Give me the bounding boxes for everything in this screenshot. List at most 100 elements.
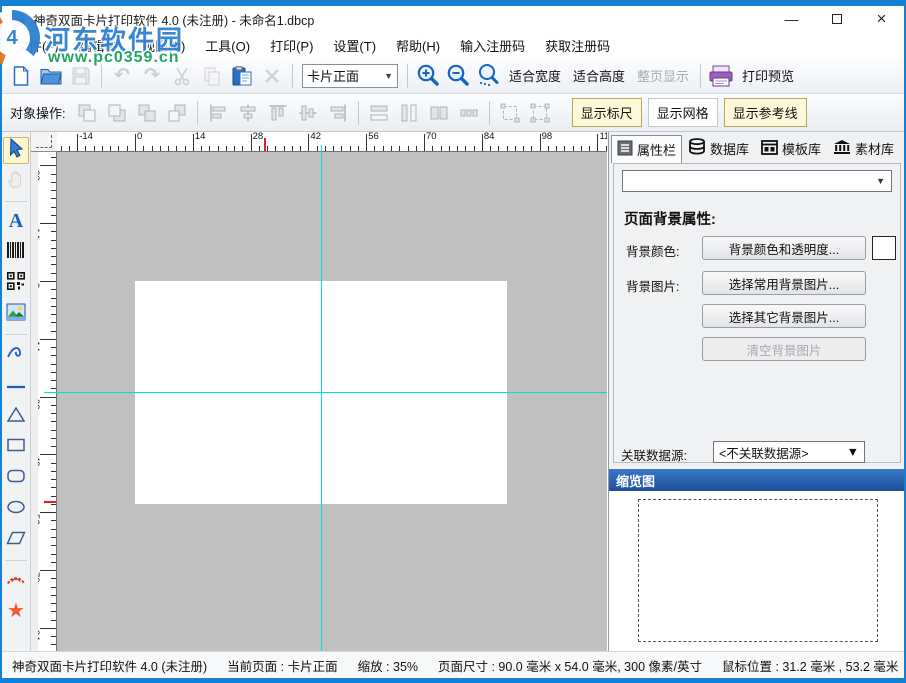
menu-item-tools[interactable]: 工具(O) xyxy=(195,32,260,59)
same-width-button[interactable] xyxy=(365,99,393,127)
select-other-bg-image-button[interactable]: 选择其它背景图片... xyxy=(702,304,866,328)
ruler-tick xyxy=(465,146,467,151)
group-objects-button[interactable] xyxy=(496,99,524,127)
distribute-objects-button[interactable] xyxy=(455,99,483,127)
ruler-tick xyxy=(51,479,56,481)
menu-item-settings[interactable]: 设置(T) xyxy=(323,32,386,59)
ruler-tick xyxy=(51,594,56,596)
ruler-tick xyxy=(291,146,293,151)
menu-item-file[interactable]: 文件(F) xyxy=(6,32,69,59)
bg-color-label: 背景颜色: xyxy=(626,245,680,259)
ruler-tick xyxy=(225,146,227,151)
new-file-button[interactable] xyxy=(7,62,35,90)
ruler-tick xyxy=(40,338,56,340)
align-middle-vertical-button[interactable] xyxy=(294,99,322,127)
menu-item-edit[interactable]: 编辑(E) xyxy=(69,32,132,59)
same-size-button[interactable] xyxy=(425,99,453,127)
same-height-button[interactable] xyxy=(395,99,423,127)
close-button[interactable]: × xyxy=(859,6,904,32)
zoom-in-icon xyxy=(416,63,441,88)
ellipse-tool-button[interactable] xyxy=(3,496,29,523)
ruler-tick xyxy=(242,146,244,151)
menu-item-print[interactable]: 打印(P) xyxy=(260,32,323,59)
bring-to-front-button[interactable] xyxy=(73,99,101,127)
page-side-selector[interactable]: 卡片正面 ▼ xyxy=(302,63,398,88)
same-size-icon xyxy=(428,102,450,124)
zoom-area-button[interactable] xyxy=(474,62,502,90)
ruler-tick xyxy=(143,146,145,151)
ruler-tick xyxy=(415,146,417,151)
ruler-tick xyxy=(159,146,161,151)
bg-color-button[interactable]: 背景颜色和透明度... xyxy=(702,236,866,260)
fit-height-button[interactable]: 适合高度 xyxy=(567,62,631,89)
qrcode-tool-button[interactable] xyxy=(3,270,29,297)
send-backward-icon xyxy=(166,102,188,124)
menu-item-get-registration-code[interactable]: 获取注册码 xyxy=(535,32,620,59)
group-objects-icon xyxy=(499,102,521,124)
ruler-tick xyxy=(234,146,236,151)
curve-tool-button[interactable] xyxy=(3,341,29,368)
ruler-tick xyxy=(366,134,368,151)
select-tool-button[interactable] xyxy=(3,137,29,164)
horizontal-ruler[interactable]: -14 0 14 28 42 56 70 84 98 112 xyxy=(57,132,607,152)
print-preview-button[interactable] xyxy=(707,62,735,90)
ruler-label: 70 xyxy=(38,572,41,583)
tab-label: 数据库 xyxy=(710,141,750,157)
barcode-tool-button[interactable] xyxy=(3,239,29,266)
clear-bg-image-button: 清空背景图片 xyxy=(702,337,866,361)
vertical-ruler[interactable]: -28 -14 0 14 28 42 56 70 84 xyxy=(38,152,57,651)
parallelogram-tool-button[interactable] xyxy=(3,527,29,554)
menu-item-help[interactable]: 帮助(H) xyxy=(386,32,450,59)
horizontal-guide-line[interactable] xyxy=(44,392,607,394)
ruler-label: 84 xyxy=(38,629,41,641)
datasource-dropdown[interactable]: <不关联数据源> ▼ xyxy=(713,441,865,463)
ruler-tick xyxy=(217,146,219,151)
object-selector-dropdown[interactable]: ▼ xyxy=(622,170,892,192)
bg-color-swatch[interactable] xyxy=(872,236,896,260)
show-grid-toggle[interactable]: 显示网格 xyxy=(647,98,718,127)
fit-width-button[interactable]: 适合宽度 xyxy=(503,62,567,89)
tab-material-library[interactable]: 素材库 xyxy=(827,134,900,163)
rounded-rectangle-tool-button[interactable] xyxy=(3,465,29,492)
ruler-tick xyxy=(51,603,56,605)
align-top-button[interactable] xyxy=(264,99,292,127)
send-backward-button[interactable] xyxy=(163,99,191,127)
zoom-in-button[interactable] xyxy=(414,62,442,90)
ruler-tick xyxy=(51,470,56,472)
triangle-tool-button[interactable] xyxy=(3,403,29,430)
zoom-out-button[interactable] xyxy=(444,62,472,90)
rectangle-tool-button[interactable] xyxy=(3,434,29,461)
minimize-button[interactable]: — xyxy=(769,6,814,32)
maximize-button[interactable] xyxy=(814,6,859,32)
open-folder-button[interactable] xyxy=(37,62,65,90)
show-ruler-toggle[interactable]: 显示标尺 xyxy=(571,98,642,127)
tab-template-library[interactable]: 模板库 xyxy=(755,134,827,163)
paste-button[interactable] xyxy=(228,62,256,90)
menu-item-enter-registration-code[interactable]: 输入注册码 xyxy=(450,32,535,59)
text-tool-button[interactable]: A xyxy=(3,208,29,235)
align-left-button[interactable] xyxy=(204,99,232,127)
align-right-button[interactable] xyxy=(324,99,352,127)
ruler-tick xyxy=(51,272,56,274)
select-common-bg-image-button[interactable]: 选择常用背景图片... xyxy=(702,271,866,295)
tab-properties[interactable]: 属性栏 xyxy=(611,135,683,163)
ruler-tick xyxy=(51,371,56,373)
align-left-icon xyxy=(207,102,229,124)
send-to-back-button[interactable] xyxy=(103,99,131,127)
ungroup-objects-button[interactable] xyxy=(526,99,554,127)
tab-database[interactable]: 数据库 xyxy=(682,133,755,163)
print-preview-label[interactable]: 打印预览 xyxy=(736,62,800,89)
show-guides-toggle[interactable]: 显示参考线 xyxy=(723,98,807,127)
image-tool-button[interactable] xyxy=(3,301,29,328)
stamp-tool-button[interactable] xyxy=(3,567,29,594)
align-center-horizontal-button[interactable] xyxy=(234,99,262,127)
thumbnail-header: 缩览图 xyxy=(608,469,904,491)
line-tool-button[interactable] xyxy=(3,372,29,399)
star-tool-button[interactable]: ★ xyxy=(3,598,29,625)
design-viewport[interactable] xyxy=(57,152,607,651)
bring-forward-button[interactable] xyxy=(133,99,161,127)
ruler-tick xyxy=(506,146,508,151)
vertical-guide-line[interactable] xyxy=(320,145,322,651)
menu-item-view[interactable]: 视图(V) xyxy=(132,32,195,59)
ruler-tick xyxy=(168,146,170,151)
